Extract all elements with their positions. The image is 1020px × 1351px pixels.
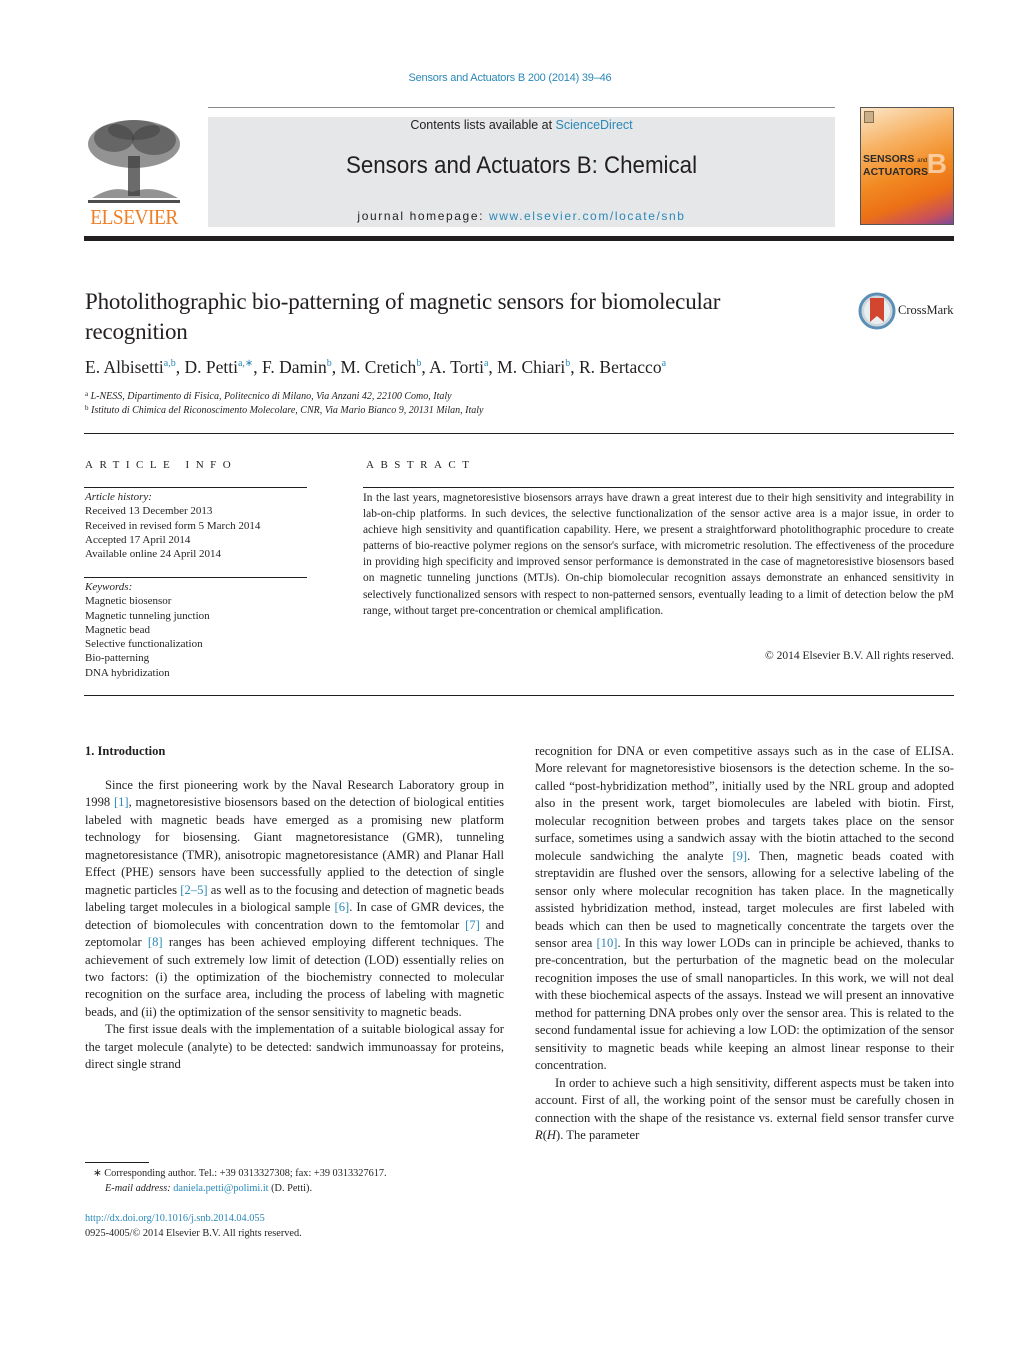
crossmark-label: CrossMark [898, 303, 954, 317]
keyword-item: Magnetic bead [85, 623, 151, 636]
citation-link[interactable]: [6] [335, 900, 350, 914]
corresponding-author-footnote: ∗ Corresponding author. Tel.: +39 031332… [93, 1168, 387, 1194]
affiliation-mark[interactable]: b [416, 358, 421, 369]
citation-link[interactable]: [10] [596, 936, 617, 950]
article-info-divider [84, 487, 307, 488]
keywords-label: Keywords: [85, 581, 133, 593]
history-item: Available online 24 April 2014 [85, 548, 222, 561]
cover-title: SENSORS and ACTUATORS [863, 154, 928, 178]
contents-line: Contents lists available at ScienceDirec… [208, 118, 835, 132]
citation-link[interactable]: [7] [465, 918, 480, 932]
cover-letter: B [926, 148, 947, 179]
citation-link[interactable]: [9] [732, 849, 747, 863]
affiliation-mark[interactable]: a [484, 358, 488, 369]
front-matter-divider [84, 695, 954, 696]
footnote-mark: ∗ [93, 1168, 102, 1179]
abstract-text: In the last years, magnetoresistive bios… [363, 492, 954, 617]
paragraph: recognition for DNA or even competitive … [535, 744, 954, 1073]
author[interactable]: M. Chiarib [497, 357, 570, 377]
affiliation: b Istituto di Chimica del Riconoscimento… [85, 404, 484, 417]
section-heading-introduction: 1. Introduction [85, 744, 166, 758]
body-column-right: recognition for DNA or even competitive … [535, 743, 954, 1144]
keyword-item: DNA hybridization [85, 666, 170, 679]
body-column-left: Since the first pioneering work by the N… [85, 777, 504, 1074]
math-symbol: R [535, 1127, 543, 1142]
citation-link[interactable]: [2–5] [180, 883, 207, 897]
cover-title-line1: SENSORS [863, 153, 915, 165]
author[interactable]: A. Tortia [429, 357, 488, 377]
crossmark-icon [858, 292, 896, 330]
article-history-label: Article history: [85, 491, 152, 503]
homepage-line: journal homepage: www.elsevier.com/locat… [208, 209, 835, 223]
email-link[interactable]: daniela.petti@polimi.it [173, 1183, 268, 1194]
footnote-divider [85, 1162, 149, 1163]
article-info-heading: ARTICLE INFO [85, 459, 238, 471]
abstract-copyright: © 2014 Elsevier B.V. All rights reserved… [765, 650, 954, 662]
issn-copyright: 0925-4005/© 2014 Elsevier B.V. All right… [85, 1227, 302, 1239]
citation-link[interactable]: [8] [148, 935, 163, 949]
affiliation-mark[interactable]: b [327, 358, 332, 369]
history-item: Received 13 December 2013 [85, 505, 213, 518]
keyword-item: Magnetic tunneling junction [85, 609, 210, 622]
journal-cover-thumbnail[interactable]: SENSORS and ACTUATORS B [860, 107, 954, 225]
sciencedirect-link[interactable]: ScienceDirect [556, 118, 633, 132]
abstract-heading: ABSTRACT [366, 459, 476, 471]
paragraph: The first issue deals with the implement… [85, 1022, 504, 1072]
article-history: Article history: Received 13 December 20… [85, 490, 260, 561]
section-divider [84, 433, 954, 434]
elsevier-wordmark: ELSEVIER [90, 205, 178, 229]
affiliation-mark[interactable]: a [662, 358, 666, 369]
doi-block: http://dx.doi.org/10.1016/j.snb.2014.04.… [85, 1212, 302, 1241]
cover-emblem-icon [864, 111, 874, 123]
author[interactable]: D. Pettia,∗ [184, 357, 253, 377]
affiliation-mark[interactable]: b [565, 358, 570, 369]
header-thick-divider [84, 236, 954, 241]
homepage-prefix: journal homepage: [357, 209, 489, 223]
keyword-item: Magnetic biosensor [85, 595, 172, 608]
contents-prefix: Contents lists available at [410, 118, 556, 132]
author-list: E. Albisettia,b, D. Pettia,∗, F. Daminb,… [85, 357, 667, 377]
affiliation-mark[interactable]: a,b [164, 358, 176, 369]
paragraph: In order to achieve such a high sensitiv… [535, 1075, 954, 1142]
header-divider [208, 107, 835, 108]
journal-reference-link[interactable]: Sensors and Actuators B 200 (2014) 39–46 [0, 72, 1020, 84]
keyword-item: Bio-patterning [85, 652, 150, 665]
keywords-divider [84, 577, 307, 578]
affiliation: a L-NESS, Dipartimento di Fisica, Polite… [85, 390, 452, 403]
paragraph: Since the first pioneering work by the N… [85, 778, 504, 1019]
keywords: Keywords: Magnetic biosensor Magnetic tu… [85, 580, 210, 680]
keyword-item: Selective functionalization [85, 638, 203, 651]
history-item: Accepted 17 April 2014 [85, 533, 191, 546]
author[interactable]: R. Bertaccoa [579, 357, 666, 377]
cover-title-line2: ACTUATORS [863, 166, 928, 178]
citation-link[interactable]: [1] [114, 795, 129, 809]
author[interactable]: E. Albisettia,b [85, 357, 176, 377]
affiliation-mark[interactable]: a,∗ [238, 358, 253, 369]
author[interactable]: M. Cretichb [340, 357, 421, 377]
abstract-divider [363, 487, 954, 488]
homepage-link[interactable]: www.elsevier.com/locate/snb [489, 209, 686, 223]
journal-title: Sensors and Actuators B: Chemical [345, 152, 698, 179]
math-symbol: H [546, 1127, 557, 1142]
history-item: Received in revised form 5 March 2014 [85, 519, 261, 532]
elsevier-tree-icon [88, 120, 180, 203]
elsevier-logo: ELSEVIER [84, 118, 184, 229]
paper-title: Photolithographic bio-patterning of magn… [85, 289, 721, 344]
author[interactable]: F. Daminb [262, 357, 332, 377]
crossmark-button[interactable]: CrossMark [858, 292, 958, 330]
journal-masthead: Contents lists available at ScienceDirec… [208, 117, 835, 227]
doi-link[interactable]: http://dx.doi.org/10.1016/j.snb.2014.04.… [85, 1212, 302, 1227]
